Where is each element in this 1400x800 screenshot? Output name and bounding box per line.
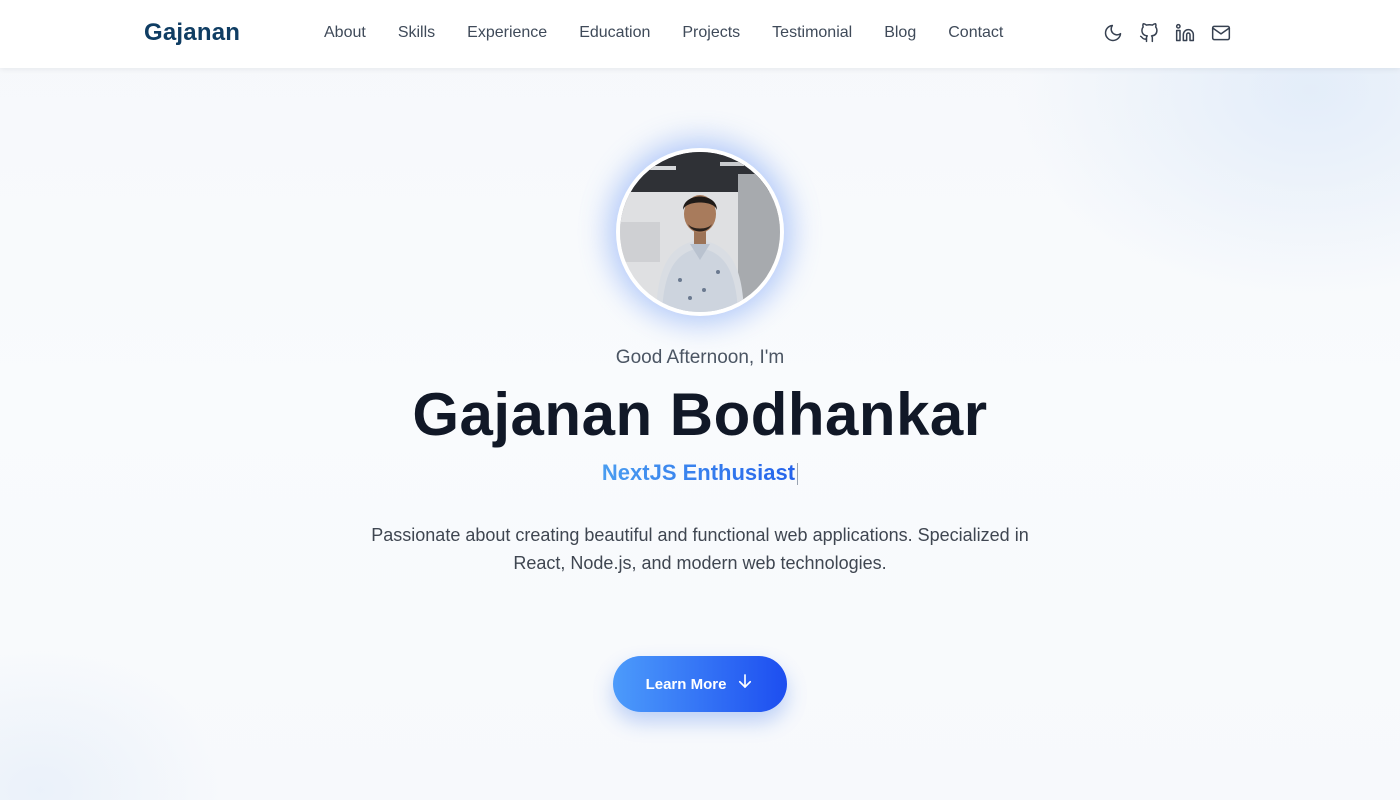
brand-logo[interactable]: Gajanan [144, 19, 240, 47]
profile-avatar-frame [616, 148, 784, 316]
profile-photo-illustration [620, 152, 780, 312]
nav-link-education[interactable]: Education [563, 24, 666, 42]
hero-role-text: NextJS Enthusiast [601, 460, 796, 485]
mail-icon[interactable] [1210, 22, 1232, 44]
linkedin-icon[interactable] [1174, 22, 1196, 44]
nav-link-about[interactable]: About [308, 24, 382, 42]
nav-link-blog[interactable]: Blog [868, 24, 932, 42]
moon-icon[interactable] [1102, 22, 1124, 44]
nav-link-skills[interactable]: Skills [382, 24, 451, 42]
profile-photo [620, 152, 780, 312]
nav-link-projects[interactable]: Projects [666, 24, 756, 42]
arrow-down-icon [736, 672, 754, 690]
nav-menu: About Skills Experience Education Projec… [308, 24, 1019, 42]
hero-role: NextJS Enthusiast [0, 460, 1400, 486]
hero-greeting: Good Afternoon, I'm [615, 347, 785, 368]
typing-caret [797, 463, 799, 486]
nav-link-experience[interactable]: Experience [451, 24, 563, 42]
portfolio-page: Gajanan About Skills Experience Educatio… [0, 0, 1400, 800]
learn-more-label: Learn More [645, 675, 727, 693]
nav-icon-group [1102, 22, 1232, 44]
nav-link-testimonial[interactable]: Testimonial [756, 24, 868, 42]
hero-name: Gajanan Bodhankar [412, 381, 988, 448]
nav-link-contact[interactable]: Contact [932, 24, 1019, 42]
github-icon[interactable] [1138, 22, 1160, 44]
hero-bio: Passionate about creating beautiful and … [371, 525, 1029, 573]
top-navbar: Gajanan About Skills Experience Educatio… [0, 0, 1400, 68]
learn-more-button[interactable]: Learn More [613, 656, 787, 712]
